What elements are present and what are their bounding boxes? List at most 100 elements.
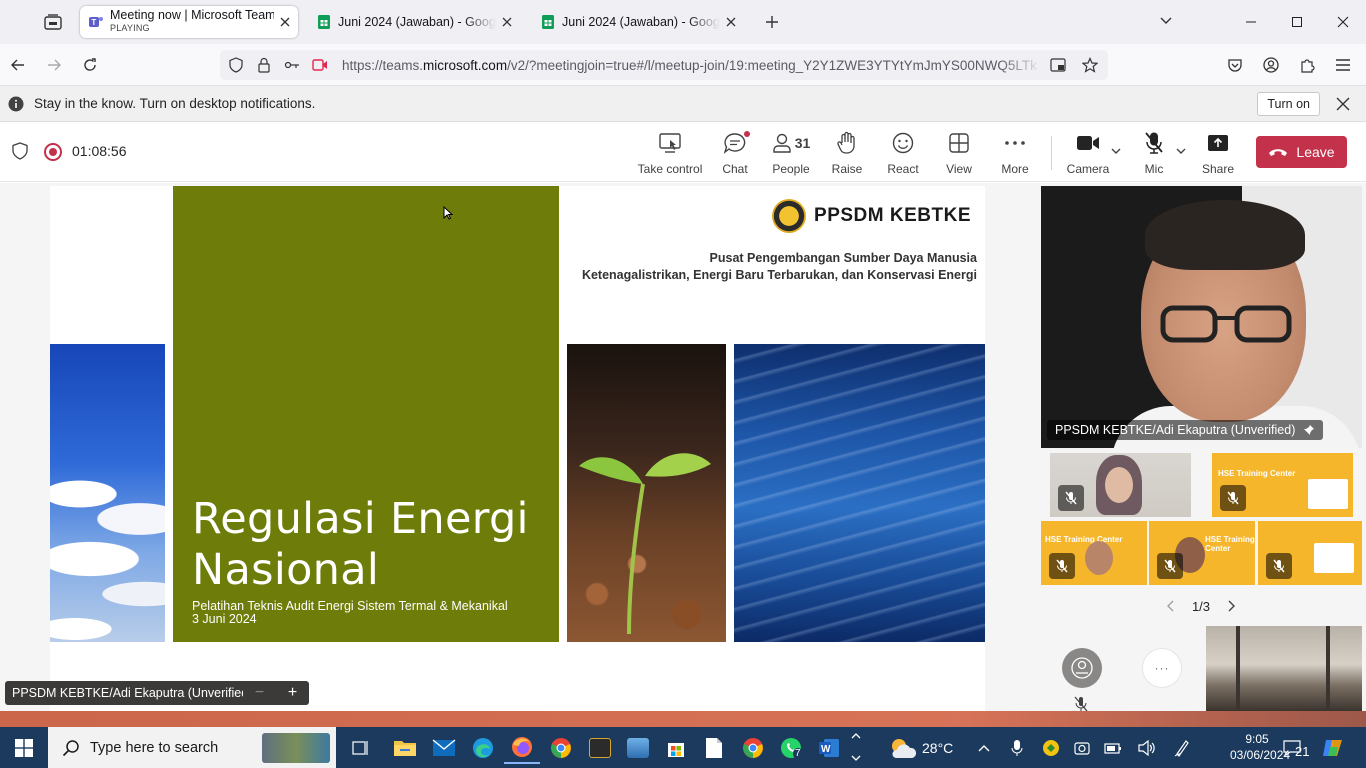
new-tab-button[interactable] <box>760 10 784 34</box>
show-hidden-icons-button[interactable] <box>977 727 991 768</box>
camera-sharing-button[interactable] <box>308 53 332 77</box>
permissions-button[interactable] <box>280 53 304 77</box>
folder-icon <box>394 741 416 756</box>
camera-button[interactable]: Camera <box>1066 130 1110 178</box>
copilot-button[interactable] <box>1322 727 1344 768</box>
participant-tile[interactable]: HSE Training Center <box>1212 453 1353 517</box>
network-tray-icon[interactable] <box>1104 727 1122 768</box>
menu-button[interactable] <box>1329 52 1357 78</box>
weather-widget[interactable]: 28°C <box>888 727 953 768</box>
chevron-right-icon[interactable] <box>1226 600 1236 612</box>
camera-options-chevron-icon[interactable] <box>1110 146 1122 156</box>
mic-options-chevron-icon[interactable] <box>1175 146 1187 156</box>
media-app-button[interactable] <box>582 732 618 764</box>
file-explorer-button[interactable] <box>387 732 423 764</box>
reload-icon <box>84 58 96 71</box>
zoom-out-button[interactable]: − <box>243 681 276 705</box>
chevron-down-icon <box>851 755 861 761</box>
participant-avatar[interactable] <box>1062 648 1102 688</box>
participant-tile[interactable]: HSE Training Center <box>1041 521 1147 585</box>
firefox-button[interactable] <box>504 732 540 764</box>
account-button[interactable] <box>1257 52 1285 78</box>
clock-date: 03/06/2024 <box>1230 748 1291 762</box>
chrome-button[interactable] <box>543 732 579 764</box>
firefox-view-button[interactable] <box>36 8 70 36</box>
share-button[interactable]: Share <box>1202 130 1234 178</box>
tab-title: Juni 2024 (Jawaban) - Google Sp <box>562 15 720 29</box>
tab-close-button[interactable] <box>496 11 518 33</box>
bookmark-star-button[interactable] <box>1078 53 1102 77</box>
turn-on-notifications-button[interactable]: Turn on <box>1257 92 1320 116</box>
background-window-edge <box>0 711 1366 727</box>
mail-button[interactable] <box>426 732 462 764</box>
url-text[interactable]: https://teams.microsoft.com/v2/?meetingj… <box>342 58 1042 73</box>
participant-tile[interactable] <box>1050 453 1191 517</box>
people-button[interactable]: 31 People <box>770 130 812 178</box>
tab-google-sheets-2[interactable]: Juni 2024 (Jawaban) - Google Sp <box>532 6 744 38</box>
back-button[interactable] <box>4 52 32 78</box>
tracking-protection-button[interactable] <box>224 53 248 77</box>
main-speaker-video[interactable]: PPSDM KEBTKE/Adi Ekaputra (Unverified) <box>1041 186 1362 448</box>
taskbar-search[interactable]: Type here to search <box>48 727 336 768</box>
maximize-button[interactable] <box>1274 0 1320 44</box>
take-control-button[interactable]: Take control <box>638 130 702 178</box>
edge-button[interactable] <box>465 732 501 764</box>
chevron-down-icon <box>1160 17 1172 24</box>
photos-app-button[interactable] <box>620 732 656 764</box>
more-participants-button[interactable]: ··· <box>1142 648 1182 688</box>
minimize-button[interactable] <box>1228 0 1274 44</box>
microphone-tray-icon[interactable] <box>1011 727 1023 768</box>
reload-button[interactable] <box>76 52 104 78</box>
start-button[interactable] <box>0 727 48 768</box>
participant-tile[interactable]: HSE Training Center <box>1149 521 1255 585</box>
react-button[interactable]: React <box>887 130 919 178</box>
pen-tray-icon[interactable] <box>1174 727 1190 768</box>
shield-icon[interactable] <box>12 142 28 160</box>
page-indicator: 1/3 <box>1191 598 1211 614</box>
chevron-left-icon[interactable] <box>1166 600 1176 612</box>
tab-close-button[interactable] <box>720 11 742 33</box>
action-center-button[interactable]: 21 <box>1283 727 1309 768</box>
document-app-button[interactable] <box>696 732 732 764</box>
task-view-button[interactable] <box>342 732 378 764</box>
extensions-button[interactable] <box>1293 52 1321 78</box>
taskbar-overflow-scroller[interactable] <box>850 731 864 765</box>
word-button[interactable]: W <box>811 732 847 764</box>
notification-count: 21 <box>1295 744 1310 759</box>
toolbar-divider <box>1051 136 1052 170</box>
site-info-button[interactable] <box>252 53 276 77</box>
pocket-button[interactable] <box>1221 52 1249 78</box>
slide-seedling-image <box>567 344 726 642</box>
app-tray-icon[interactable] <box>1042 727 1060 768</box>
microsoft-store-button[interactable] <box>658 732 694 764</box>
chrome-profile-button[interactable] <box>735 732 771 764</box>
tab-close-button[interactable] <box>274 11 296 33</box>
leave-button[interactable]: Leave <box>1256 136 1347 168</box>
forward-button[interactable] <box>40 52 68 78</box>
taskbar-clock[interactable]: 9:05 03/06/2024 <box>1230 731 1291 763</box>
maximize-icon <box>1292 17 1302 27</box>
whatsapp-button[interactable]: 7 <box>773 732 809 764</box>
picture-in-picture-button[interactable] <box>1046 53 1070 77</box>
slide-title: Regulasi Energi Nasional <box>192 494 529 595</box>
chat-button[interactable]: Chat <box>716 130 754 178</box>
volume-tray-icon[interactable] <box>1138 727 1156 768</box>
mic-button[interactable]: Mic <box>1140 130 1168 178</box>
participant-tile[interactable] <box>1258 521 1362 585</box>
video-camera-icon <box>1077 136 1099 150</box>
raise-hand-button[interactable]: Raise <box>832 130 862 178</box>
pin-icon[interactable] <box>1303 424 1315 436</box>
tab-google-sheets-1[interactable]: Juni 2024 (Jawaban) - Google Sp <box>308 6 520 38</box>
list-all-tabs-button[interactable] <box>1158 12 1180 32</box>
tab-teams-meeting[interactable]: T Meeting now | Microsoft Teams PLAYING <box>80 6 298 38</box>
more-actions-button[interactable]: More <box>999 130 1031 178</box>
close-window-button[interactable] <box>1320 0 1366 44</box>
zoom-in-button[interactable]: + <box>276 681 309 705</box>
close-icon[interactable] <box>1334 95 1352 113</box>
camera-tray-icon[interactable] <box>1074 727 1090 768</box>
view-button[interactable]: View <box>944 130 974 178</box>
hamburger-menu-icon <box>1336 59 1350 71</box>
self-view-video[interactable] <box>1206 626 1362 711</box>
forward-arrow-icon <box>48 59 61 71</box>
address-bar[interactable]: https://teams.microsoft.com/v2/?meetingj… <box>220 50 1108 80</box>
